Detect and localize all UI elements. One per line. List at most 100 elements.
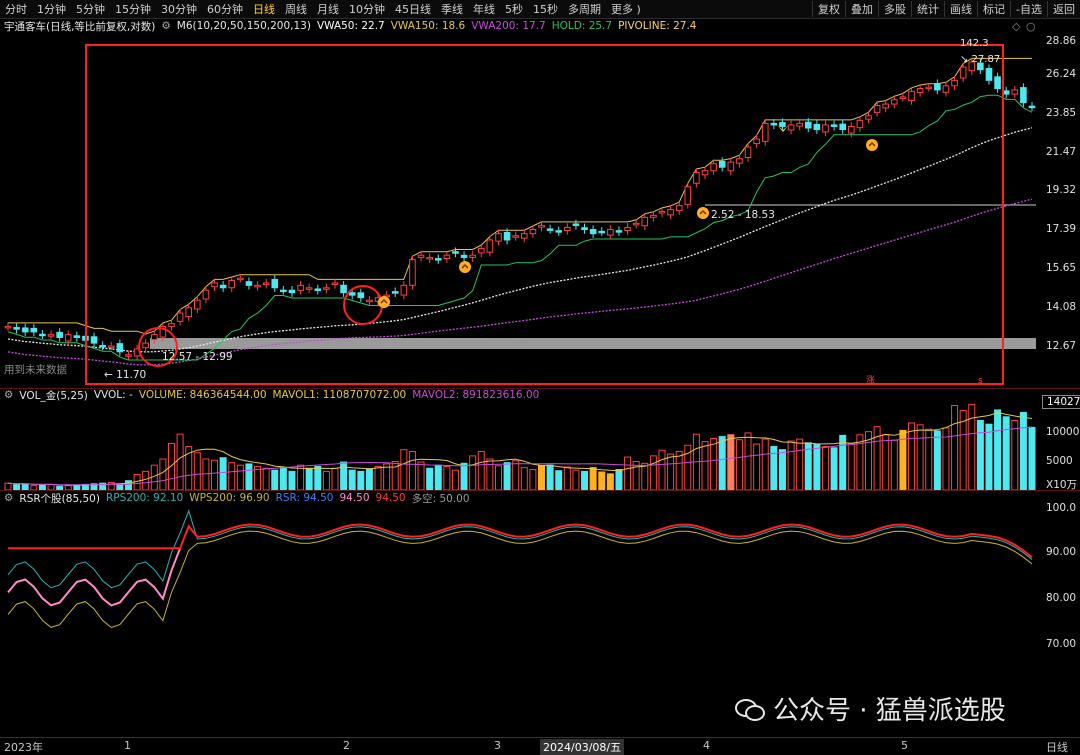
volume-bar [951, 405, 959, 490]
candle [641, 216, 649, 227]
volume-bar [546, 464, 554, 490]
volume-bar [538, 465, 546, 490]
candle [443, 254, 451, 260]
candle [538, 224, 545, 228]
volume-bar [211, 459, 219, 490]
candle [650, 214, 657, 218]
volume-bar [985, 423, 993, 490]
volume-bar [374, 465, 382, 490]
candle [142, 342, 149, 349]
watermark: 公众号 · 猛兽派选股 [735, 690, 1006, 727]
candle [30, 327, 38, 333]
candle [452, 251, 459, 254]
volume-bar [641, 462, 649, 490]
candle [727, 161, 735, 172]
volume-bar [365, 468, 373, 490]
signal-up-icon [866, 139, 878, 151]
candle [99, 344, 106, 348]
candle [194, 299, 201, 310]
volume-bar [667, 453, 675, 490]
volume-bar [882, 434, 890, 490]
candle [529, 228, 537, 235]
candle [469, 254, 476, 258]
candle [1020, 87, 1027, 104]
volume-bar [572, 469, 580, 490]
volume-bar [598, 471, 606, 490]
candle [176, 312, 184, 322]
volume-bar [649, 455, 657, 490]
signal-up-icon [378, 296, 390, 308]
marker-zhang: 涨 [866, 375, 875, 385]
axis-month-4: 4 [703, 739, 710, 752]
price-tick-6: 15.65 [1046, 262, 1077, 274]
volume-bar [348, 469, 356, 490]
volume-bar [710, 437, 718, 490]
volume-bar [890, 439, 898, 490]
volume-bar [494, 465, 502, 490]
volume-bar [908, 422, 916, 490]
pivot-label: ↘ 27.87 [960, 54, 1000, 65]
candle [959, 66, 967, 79]
candle [73, 335, 81, 338]
volume-bar [563, 466, 571, 490]
vwa50-line [7, 127, 1033, 353]
candle [185, 307, 193, 318]
candle [804, 121, 812, 129]
candle [400, 284, 408, 296]
selection-box [85, 44, 1004, 385]
volume-bar [297, 464, 305, 490]
candle [262, 282, 270, 285]
candle [417, 254, 425, 258]
candle [202, 289, 210, 300]
candle [598, 230, 606, 234]
volume-bar [916, 424, 924, 490]
volume-axis: 14027 10000 5000 X10万 [1040, 390, 1080, 491]
candle [297, 284, 304, 291]
pivoline-line [8, 57, 1032, 335]
volume-bar [735, 439, 743, 490]
volume-bar [839, 434, 847, 490]
volume-bar [555, 470, 563, 490]
candle [366, 299, 373, 303]
candle [873, 105, 881, 113]
candle [572, 223, 580, 226]
price-chart[interactable]: 142.3 ↘ 27.87 12.57 - 12.99 2.52 - 18.53 ← 1… [0, 0, 1040, 385]
volume-bar [451, 469, 459, 490]
volume-bar [219, 457, 227, 490]
price-tick-2: 23.85 [1046, 107, 1077, 119]
candle [168, 323, 175, 327]
candle [925, 86, 933, 90]
candle [994, 76, 1001, 90]
volume-bar [830, 447, 838, 490]
candle [787, 124, 795, 131]
volume-bar [271, 469, 279, 490]
candle [736, 158, 743, 164]
volume-bar [443, 465, 451, 490]
volume-bar [968, 403, 976, 490]
volume-bar [847, 442, 855, 490]
volume-bar [581, 470, 589, 490]
future-data-label: 用到未来数据 [4, 363, 67, 376]
candle [39, 333, 46, 337]
candle [856, 119, 864, 129]
vol-axis-top: 14027 [1042, 395, 1080, 409]
candle [477, 248, 485, 254]
volume-bar [426, 467, 434, 490]
volume-bar [529, 469, 537, 490]
candle [460, 254, 468, 258]
candle [607, 228, 614, 236]
candle [761, 122, 769, 142]
volume-chart[interactable] [0, 398, 1040, 490]
volume-bar [933, 430, 941, 490]
price-tick-4: 19.32 [1046, 184, 1077, 196]
volume-bar [408, 451, 416, 490]
candle [288, 289, 296, 294]
candle [796, 122, 803, 127]
volume-bar [202, 458, 210, 490]
volume-bar [469, 455, 477, 490]
candle [779, 122, 786, 127]
axis-month-2: 2 [343, 739, 350, 752]
candle [624, 226, 631, 231]
candle [718, 160, 726, 168]
rsr-tick-1: 90.00 [1046, 546, 1077, 558]
